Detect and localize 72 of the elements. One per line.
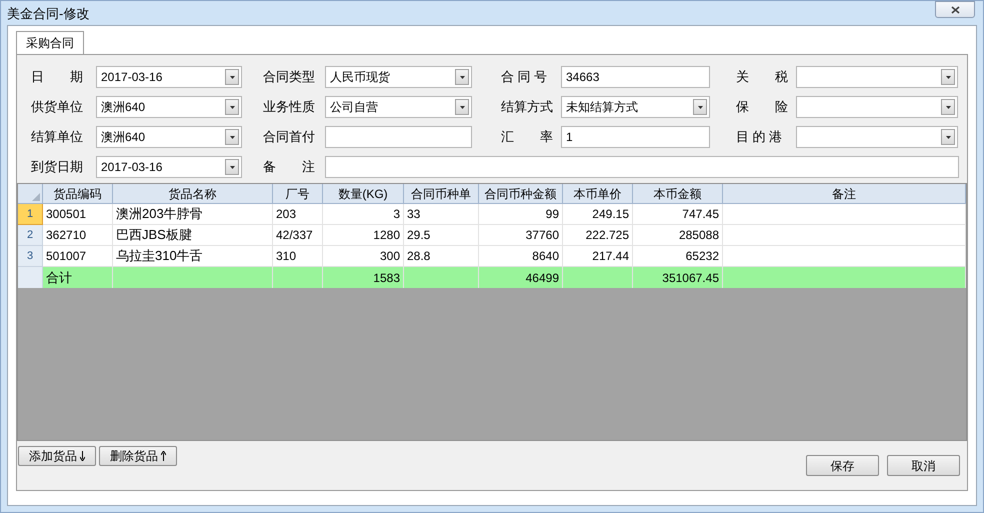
toolbar-button[interactable]: 添加货品 — [18, 446, 96, 466]
dropdown-button[interactable] — [941, 69, 955, 85]
input-field[interactable]: 34663 — [561, 66, 710, 88]
dropdown-button[interactable] — [693, 99, 707, 115]
column-header[interactable]: 本币单价 — [563, 184, 633, 203]
dropdown-button[interactable] — [225, 69, 239, 85]
column-header[interactable]: 合同币种单 — [404, 184, 479, 203]
caret-icon — [230, 76, 234, 78]
field-label: 供货单位 — [31, 98, 84, 116]
field-label: 合 同 号 — [501, 68, 548, 86]
field-label: 保 险 — [736, 98, 789, 116]
dropdown-button[interactable] — [225, 129, 239, 145]
row-header[interactable]: 2 — [18, 225, 43, 246]
field-label: 关 税 — [736, 68, 789, 86]
total-cell: 1583 — [323, 267, 404, 288]
combo-box[interactable]: 2017-03-16 — [96, 66, 242, 88]
close-button[interactable] — [935, 1, 975, 18]
caret-icon — [230, 166, 234, 168]
row-header[interactable]: 1 — [18, 204, 43, 225]
field-label: 日 期 — [31, 68, 84, 86]
window-title: 美金合同-修改 — [7, 5, 90, 23]
field-label: 备 注 — [263, 158, 316, 176]
field-label: 结算方式 — [501, 98, 554, 116]
field-label: 业务性质 — [263, 98, 316, 116]
input-field[interactable] — [325, 156, 959, 178]
column-header[interactable]: 厂号 — [273, 184, 323, 203]
column-header[interactable]: 本币金额 — [633, 184, 723, 203]
field-label: 合同类型 — [263, 68, 316, 86]
combo-box[interactable]: 人民币现货 — [325, 66, 472, 88]
column-header[interactable]: 货品编码 — [43, 184, 113, 203]
dropdown-button[interactable] — [941, 129, 955, 145]
caret-icon — [230, 136, 234, 138]
combo-box[interactable]: 澳洲640 — [96, 126, 242, 148]
total-cell: 合计 — [43, 267, 113, 288]
dropdown-button[interactable] — [225, 99, 239, 115]
tab[interactable]: 采购合同 — [16, 31, 84, 54]
dialog-button[interactable]: 取消 — [887, 455, 960, 476]
input-field[interactable] — [325, 126, 472, 148]
dropdown-button[interactable] — [941, 99, 955, 115]
caret-icon — [946, 106, 950, 108]
field-label: 到货日期 — [31, 158, 84, 176]
combo-box[interactable]: 澳洲640 — [96, 96, 242, 118]
total-cell: 351067.45 — [633, 267, 723, 288]
column-header[interactable]: 备注 — [723, 184, 966, 203]
input-field[interactable]: 1 — [561, 126, 710, 148]
column-header[interactable]: 货品名称 — [113, 184, 273, 203]
arrow-up-icon — [161, 451, 166, 461]
field-label: 汇 率 — [501, 128, 554, 146]
dropdown-button[interactable] — [455, 69, 469, 85]
dropdown-button[interactable] — [225, 159, 239, 175]
field-label: 合同首付 — [263, 128, 316, 146]
dialog-button[interactable]: 保存 — [806, 455, 879, 476]
column-header[interactable]: 数量(KG) — [323, 184, 404, 203]
total-cell: 46499 — [479, 267, 563, 288]
caret-icon — [946, 136, 950, 138]
dropdown-button[interactable] — [455, 99, 469, 115]
caret-icon — [946, 76, 950, 78]
combo-box[interactable]: 公司自营 — [325, 96, 472, 118]
field-label: 目 的 港 — [736, 128, 784, 146]
combo-box[interactable]: 未知结算方式 — [561, 96, 710, 118]
arrow-down-icon — [80, 451, 85, 461]
combo-box[interactable]: 2017-03-16 — [96, 156, 242, 178]
caret-icon — [230, 106, 234, 108]
field-label: 结算单位 — [31, 128, 84, 146]
caret-icon — [698, 106, 702, 108]
row-header[interactable]: 3 — [18, 246, 43, 267]
close-icon — [950, 6, 960, 14]
caret-icon — [460, 106, 464, 108]
column-header[interactable]: 合同币种金额 — [479, 184, 563, 203]
toolbar-button[interactable]: 删除货品 — [99, 446, 177, 466]
caret-icon — [460, 76, 464, 78]
triangle-icon — [32, 193, 40, 201]
